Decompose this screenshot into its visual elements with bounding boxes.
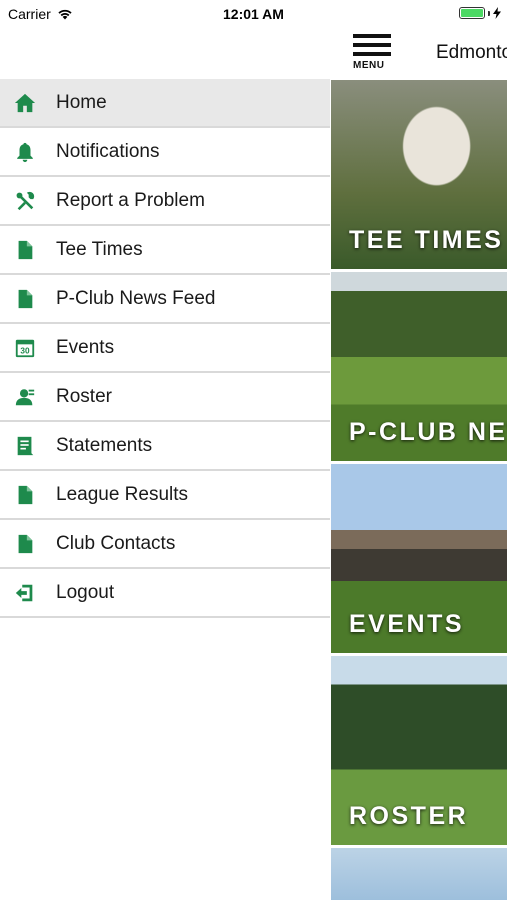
charging-bolt-icon (493, 7, 501, 19)
tile-tee-times[interactable]: TEE TIMES (331, 80, 507, 269)
tile-caption: P-CLUB NEWS FEED (349, 418, 507, 446)
tile-next[interactable] (331, 848, 507, 900)
menu-item-label: Events (56, 336, 115, 358)
menu-item-label: Statements (56, 434, 153, 456)
tile-pclub-news-feed[interactable]: P-CLUB NEWS FEED (331, 272, 507, 461)
tile-roster[interactable]: ROSTER (331, 656, 507, 845)
statement-icon (13, 434, 37, 458)
menu-item-label: Home (56, 91, 107, 113)
menu-item-statements[interactable]: Statements (0, 422, 330, 471)
document-icon (13, 483, 37, 507)
document-icon (13, 532, 37, 556)
home-icon (13, 91, 37, 115)
menu-item-label: Tee Times (56, 238, 143, 260)
tile-events[interactable]: EVENTS (331, 464, 507, 653)
tile-caption: ROSTER (349, 802, 469, 830)
status-bar: Carrier 12:01 AM (0, 0, 507, 30)
wifi-icon (58, 9, 72, 20)
navigation-drawer: Home Notifications Report a Problem Tee … (0, 0, 331, 900)
menu-item-league-results[interactable]: League Results (0, 471, 330, 520)
person-icon (13, 385, 37, 409)
tile-caption: EVENTS (349, 610, 465, 638)
menu-item-label: P-Club News Feed (56, 287, 216, 309)
menu-item-club-contacts[interactable]: Club Contacts (0, 520, 330, 569)
menu-item-label: Roster (56, 385, 112, 407)
calendar-icon: 30 (13, 336, 37, 360)
menu-item-label: Report a Problem (56, 189, 205, 211)
menu-item-p-club-news-feed[interactable]: P-Club News Feed (0, 275, 330, 324)
club-name: Edmonton (436, 42, 507, 63)
menu-item-notifications[interactable]: Notifications (0, 128, 330, 177)
menu-item-label: Logout (56, 581, 115, 603)
menu-item-label: Notifications (56, 140, 160, 162)
battery-indicator (459, 7, 501, 19)
menu-button[interactable]: MENU (353, 34, 393, 76)
menu-item-label: League Results (56, 483, 189, 505)
top-bar: MENU Edmonton (331, 30, 507, 80)
battery-icon (459, 7, 485, 19)
menu-item-report-a-problem[interactable]: Report a Problem (0, 177, 330, 226)
menu-item-tee-times[interactable]: Tee Times (0, 226, 330, 275)
bell-icon (13, 140, 37, 164)
clock: 12:01 AM (223, 6, 284, 22)
tools-icon (13, 189, 37, 213)
document-icon (13, 287, 37, 311)
menu-item-logout[interactable]: Logout (0, 569, 330, 618)
menu-list: Home Notifications Report a Problem Tee … (0, 79, 330, 618)
carrier-info: Carrier (8, 6, 73, 22)
tile-caption: TEE TIMES (349, 226, 504, 254)
menu-button-label: MENU (353, 60, 385, 71)
menu-item-roster[interactable]: Roster (0, 373, 330, 422)
carrier-label: Carrier (8, 6, 51, 22)
calendar-day: 30 (20, 346, 30, 355)
menu-item-label: Club Contacts (56, 532, 176, 554)
menu-item-events[interactable]: 30 Events (0, 324, 330, 373)
main-content: MENU Edmonton TEE TIMES P-CLUB NEWS FEED… (331, 0, 507, 900)
logout-icon (13, 581, 37, 605)
document-icon (13, 238, 37, 262)
menu-item-home[interactable]: Home (0, 79, 330, 128)
